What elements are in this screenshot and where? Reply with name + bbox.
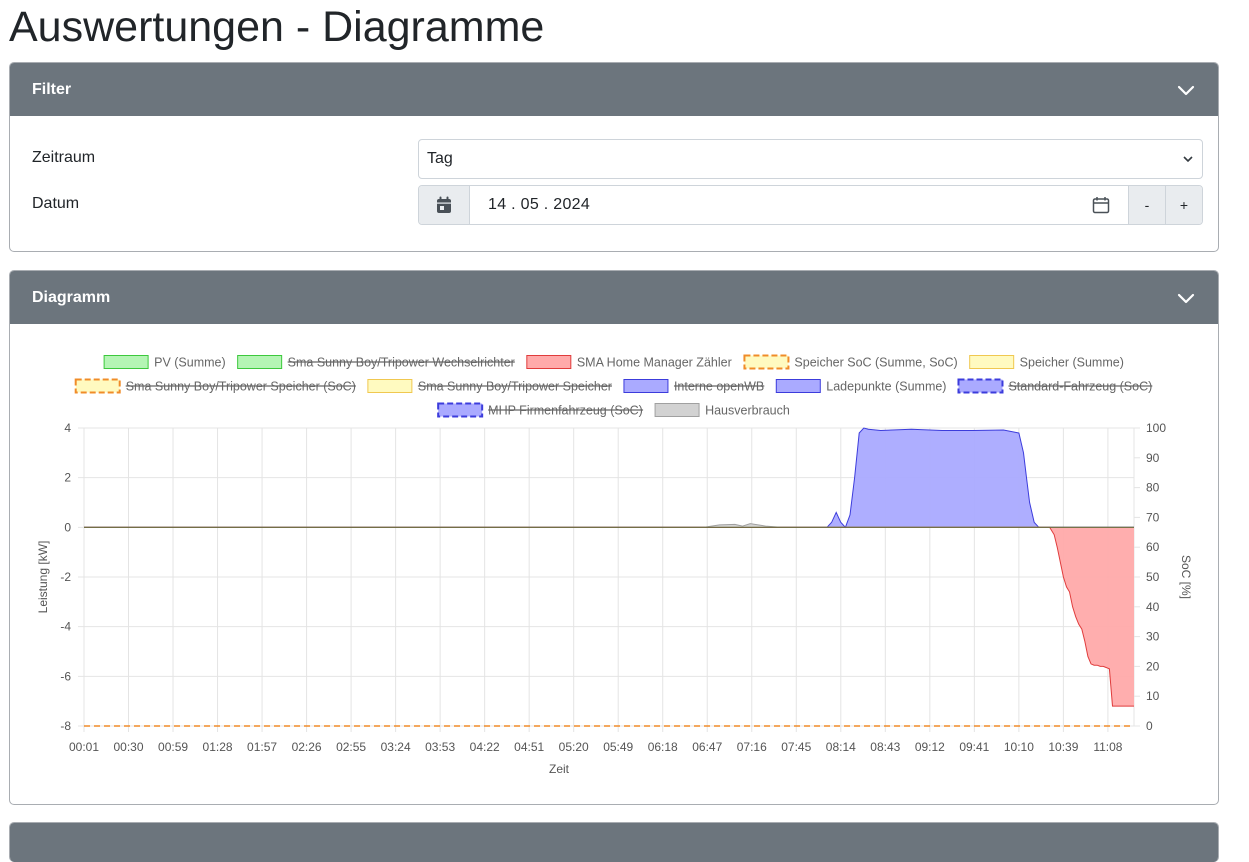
- x-tick-label: 00:59: [158, 740, 188, 754]
- y-right-tick-label: 40: [1146, 600, 1160, 614]
- y-left-tick-label: -8: [60, 719, 71, 733]
- y-right-tick-label: 0: [1146, 719, 1153, 733]
- y-right-tick-label: 30: [1146, 630, 1160, 644]
- y-right-tick-label: 10: [1146, 689, 1160, 703]
- y-left-tick-label: 0: [64, 520, 71, 534]
- x-tick-label: 08:43: [870, 740, 900, 754]
- y-left-axis-title: Leistung [kW]: [36, 541, 50, 614]
- y-left-tick-label: 4: [64, 421, 71, 435]
- legend-swatch-speicher-soc-summe-soc: [743, 354, 790, 370]
- legend-label-speicher-summe: Speicher (Summe): [1020, 356, 1124, 370]
- y-right-tick-label: 70: [1146, 510, 1160, 524]
- x-tick-label: 04:22: [470, 740, 500, 754]
- x-tick-label: 06:47: [692, 740, 722, 754]
- y-right-tick-label: 60: [1146, 540, 1160, 554]
- x-tick-label: 05:20: [559, 740, 589, 754]
- legend-swatch-sma-home-manager-z-hler: [526, 355, 572, 369]
- legend-label-hausverbrauch: Hausverbrauch: [705, 404, 790, 418]
- y-left-tick-label: -2: [60, 570, 71, 584]
- x-tick-label: 06:18: [648, 740, 678, 754]
- x-tick-label: 11:08: [1093, 740, 1122, 754]
- legend-swatch-sma-sunny-boy-tripower-speicher: [367, 379, 413, 393]
- x-tick-label: 01:28: [203, 740, 233, 754]
- chart-svg: 00:01 00:30 00:59 01:28 01:57 02:26 02:55 03:24…: [36, 354, 1193, 776]
- series-area-sma-home-manager-z-hler: [84, 527, 1134, 707]
- x-tick-label: 02:26: [292, 740, 322, 754]
- y-right-tick-label: 100: [1146, 421, 1166, 435]
- y-right-tick-label: 20: [1146, 659, 1160, 673]
- x-tick-label: 09:41: [959, 740, 989, 754]
- x-tick-label: 03:53: [425, 740, 455, 754]
- x-tick-label: 10:39: [1048, 740, 1078, 754]
- legend-swatch-interne-openwb: [623, 379, 669, 393]
- x-tick-label: 09:12: [915, 740, 945, 754]
- x-axis-title: Zeit: [549, 762, 570, 776]
- x-tick-label: 02:55: [336, 740, 366, 754]
- x-tick-label: 00:30: [114, 740, 144, 754]
- x-tick-label: 04:51: [514, 740, 544, 754]
- y-left-tick-label: -4: [60, 620, 71, 634]
- legend-swatch-sma-sunny-boy-tripower-speicher-soc: [74, 378, 121, 394]
- x-tick-label: 07:45: [781, 740, 811, 754]
- legend-swatch-mhp-firmenfahrzeug-soc: [437, 402, 484, 418]
- y-left-tick-label: -6: [60, 669, 71, 683]
- x-tick-label: 03:24: [381, 740, 411, 754]
- legend-swatch-sma-sunny-boy-tripower-wechselrichter: [237, 355, 283, 369]
- legend-swatch-standard-fahrzeug-soc: [957, 378, 1004, 394]
- legend-swatch-pv-summe: [103, 355, 149, 369]
- x-tick-label: 08:14: [826, 740, 856, 754]
- x-tick-label: 01:57: [247, 740, 277, 754]
- legend-swatch-hausverbrauch: [654, 403, 700, 417]
- y-left-tick-label: 2: [64, 471, 71, 485]
- legend-label-sma-home-manager-z-hler: SMA Home Manager Zähler: [577, 356, 732, 370]
- y-right-tick-label: 90: [1146, 451, 1160, 465]
- legend-label-ladepunkte-summe: Ladepunkte (Summe): [826, 380, 946, 394]
- legend-swatch-ladepunkte-summe: [775, 379, 821, 393]
- legend-label-pv-summe: PV (Summe): [154, 356, 226, 370]
- y-right-tick-label: 80: [1146, 481, 1160, 495]
- y-right-tick-label: 50: [1146, 570, 1160, 584]
- series-line-sma-home-manager-z-hler: [84, 526, 1134, 707]
- x-tick-label: 05:49: [603, 740, 633, 754]
- legend-label-speicher-soc-summe-soc: Speicher SoC (Summe, SoC): [794, 356, 957, 370]
- x-tick-label: 00:01: [69, 740, 99, 754]
- x-tick-label: 07:16: [737, 740, 767, 754]
- legend-swatch-speicher-summe: [969, 355, 1015, 369]
- y-right-axis-title: SoC [%]: [1179, 555, 1193, 599]
- x-tick-label: 10:10: [1004, 740, 1034, 754]
